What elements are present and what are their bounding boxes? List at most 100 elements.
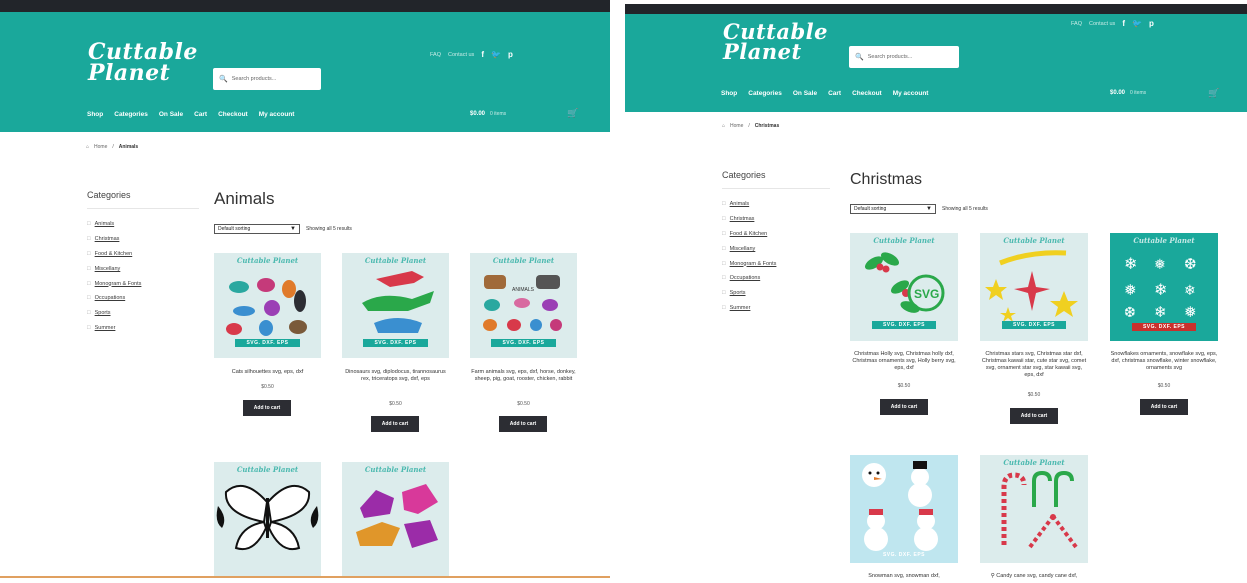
- sort-select[interactable]: Default sorting ▼: [850, 204, 936, 214]
- folder-icon: □: [87, 221, 91, 228]
- basket-icon[interactable]: 🛒: [567, 108, 578, 119]
- product-image[interactable]: Cuttable Planet: [980, 455, 1088, 563]
- product-name[interactable]: Dinosaurs svg, diplodocus, tirannosaurus…: [342, 369, 449, 383]
- site-logo[interactable]: Cuttable Planet: [88, 41, 198, 84]
- nav-my-account[interactable]: My account: [259, 111, 295, 118]
- sidebar-item-monogram-fonts[interactable]: □ Monogram & Fonts: [87, 276, 199, 291]
- folder-icon: □: [722, 304, 726, 311]
- sidebar-item-food-kitchen[interactable]: □ Food & Kitchen: [87, 247, 199, 262]
- sidebar-item-monogram-fonts[interactable]: □ Monogram & Fonts: [722, 256, 830, 271]
- product-image[interactable]: Cuttable Planet SVG SVG. DXF. EPS: [850, 233, 958, 341]
- folder-icon: □: [87, 236, 91, 243]
- sidebar-item-sports[interactable]: □ Sports: [87, 306, 199, 321]
- sort-selected-value: Default sorting: [854, 206, 887, 212]
- sidebar-item-summer[interactable]: □ Summer: [722, 301, 830, 316]
- sidebar-item-christmas[interactable]: □ Christmas: [722, 212, 830, 227]
- folder-icon: □: [722, 216, 726, 223]
- sidebar-item-occupations[interactable]: □ Occupations: [87, 291, 199, 306]
- sidebar-item-food-kitchen[interactable]: □ Food & Kitchen: [722, 227, 830, 242]
- facebook-icon[interactable]: f: [1122, 19, 1125, 28]
- product-price: $0.50: [1027, 392, 1041, 398]
- sidebar-item-miscellany[interactable]: □ Miscellany: [722, 241, 830, 256]
- sidebar-item-christmas[interactable]: □ Christmas: [87, 232, 199, 247]
- product-name[interactable]: Snowflakes ornaments, snowflake svg, eps…: [1110, 351, 1218, 372]
- nav-categories[interactable]: Categories: [748, 90, 782, 97]
- search-input[interactable]: 🔍 Search products...: [213, 68, 321, 90]
- breadcrumb-home[interactable]: Home: [730, 123, 743, 129]
- product-image[interactable]: Cuttable Planet SVG. DXF. EPS: [214, 253, 321, 358]
- nav-shop[interactable]: Shop: [87, 111, 103, 118]
- nav-cart[interactable]: Cart: [828, 90, 841, 97]
- result-count: Showing all 5 results: [306, 226, 352, 232]
- breadcrumb-home[interactable]: Home: [94, 144, 107, 150]
- product-price: $0.50: [1157, 383, 1171, 389]
- add-to-cart-button[interactable]: Add to cart: [243, 400, 291, 416]
- sidebar-item-occupations[interactable]: □ Occupations: [722, 271, 830, 286]
- contact-link[interactable]: Contact us: [1089, 21, 1115, 27]
- product-image[interactable]: Cuttable Planet ❄ ❅ ❆ ❅ ❄ ❄ ❆ ❄ ❅ SVG. D…: [1110, 233, 1218, 341]
- product-image[interactable]: Cuttable Planet SVG. DXF. EPS: [980, 233, 1088, 341]
- product-image[interactable]: Cuttable Planet SVG. DXF. EPS: [342, 253, 449, 358]
- sidebar-item-sports[interactable]: □ Sports: [722, 286, 830, 301]
- product-card: Cuttable Planet SVG. DXF. EPS Cats silho…: [214, 253, 321, 423]
- product-name[interactable]: Farm animals svg, eps, dxf, horse, donke…: [470, 369, 577, 383]
- sidebar-item-label: Miscellany: [94, 265, 121, 272]
- nav-shop[interactable]: Shop: [721, 90, 737, 97]
- search-input[interactable]: 🔍 Search products...: [849, 46, 959, 68]
- folder-icon: □: [87, 265, 91, 272]
- result-count: Showing all 5 results: [942, 206, 988, 212]
- nav-my-account[interactable]: My account: [893, 90, 929, 97]
- product-format-banner: SVG. DXF. EPS: [882, 552, 926, 558]
- nav-on-sale[interactable]: On Sale: [793, 90, 817, 97]
- add-to-cart-button[interactable]: Add to cart: [880, 399, 928, 415]
- twitter-icon[interactable]: 🐦: [1132, 19, 1142, 28]
- page-title: Christmas: [850, 171, 923, 188]
- facebook-icon[interactable]: f: [481, 50, 484, 59]
- add-to-cart-button[interactable]: Add to cart: [1010, 408, 1058, 424]
- sidebar-item-label: Summer: [94, 324, 116, 331]
- sidebar-item-label: Monogram & Fonts: [94, 280, 142, 287]
- add-to-cart-button[interactable]: Add to cart: [499, 416, 547, 432]
- add-to-cart-button[interactable]: Add to cart: [371, 416, 419, 432]
- sidebar-item-miscellany[interactable]: □ Miscellany: [87, 261, 199, 276]
- nav-checkout[interactable]: Checkout: [218, 111, 248, 118]
- header-cart[interactable]: $0.00 0 items: [470, 111, 506, 117]
- product-name[interactable]: ⚲ Candy cane svg, candy cane dxf,: [980, 573, 1088, 580]
- nav-cart[interactable]: Cart: [194, 111, 207, 118]
- add-to-cart-button[interactable]: Add to cart: [1140, 399, 1188, 415]
- sidebar-item-label: Sports: [729, 290, 746, 297]
- nav-checkout[interactable]: Checkout: [852, 90, 882, 97]
- svg-text:SVG: SVG: [914, 287, 939, 301]
- basket-icon[interactable]: 🛒: [1208, 88, 1219, 99]
- sidebar-item-summer[interactable]: □ Summer: [87, 321, 199, 336]
- twitter-icon[interactable]: 🐦: [491, 50, 501, 59]
- product-image[interactable]: Cuttable Planet ANIMALS SVG. DXF. EPS: [470, 253, 577, 358]
- sort-select[interactable]: Default sorting ▼: [214, 224, 300, 234]
- product-image[interactable]: Cuttable Planet: [342, 462, 449, 576]
- search-placeholder: Search products...: [867, 54, 913, 60]
- product-name[interactable]: Cats silhouettes svg, eps, dxf: [214, 369, 321, 376]
- pinterest-icon[interactable]: p: [508, 50, 513, 59]
- contact-link[interactable]: Contact us: [448, 52, 474, 58]
- svg-text:❅: ❅: [1124, 282, 1137, 299]
- site-logo[interactable]: Cuttable Planet: [723, 21, 828, 62]
- faq-link[interactable]: FAQ: [1071, 21, 1082, 27]
- sidebar-item-label: Food & Kitchen: [94, 250, 133, 257]
- product-image[interactable]: SVG. DXF. EPS: [850, 455, 958, 563]
- product-image[interactable]: Cuttable Planet: [214, 462, 321, 576]
- folder-icon: □: [722, 245, 726, 252]
- product-name[interactable]: Snowman svg, snowman dxf,: [850, 573, 958, 580]
- breadcrumb: ⌂ Home / Animals: [86, 144, 138, 150]
- header-cart[interactable]: $0.00 0 items: [1110, 90, 1146, 96]
- nav-categories[interactable]: Categories: [114, 111, 148, 118]
- product-name[interactable]: Christmas stars svg, Christmas star dxf,…: [980, 351, 1088, 380]
- sidebar-item-animals[interactable]: □ Animals: [722, 197, 830, 212]
- nav-on-sale[interactable]: On Sale: [159, 111, 183, 118]
- product-card: Cuttable Planet: [214, 462, 321, 576]
- pinterest-icon[interactable]: p: [1149, 19, 1154, 28]
- sidebar-item-animals[interactable]: □ Animals: [87, 217, 199, 232]
- cart-items: 0 items: [1130, 90, 1147, 96]
- product-price: $0.50: [389, 401, 402, 407]
- product-name[interactable]: Christmas Holly svg, Christmas holly dxf…: [850, 351, 958, 372]
- faq-link[interactable]: FAQ: [430, 52, 441, 58]
